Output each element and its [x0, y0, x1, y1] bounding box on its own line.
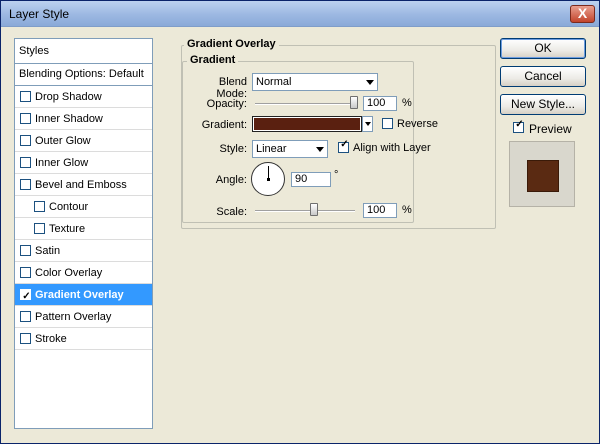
sidebar-item-gradient-overlay[interactable]: ✓ Gradient Overlay — [15, 284, 152, 306]
scale-percent: % — [402, 204, 412, 216]
sidebar-item-checkbox[interactable] — [34, 223, 45, 234]
sidebar-item-bevel-and-emboss[interactable]: Bevel and Emboss — [15, 174, 152, 196]
gradient-swatch[interactable] — [252, 116, 362, 132]
sidebar-item-checkbox[interactable] — [20, 267, 31, 278]
gradient-overlay-title: Gradient Overlay — [184, 38, 279, 50]
sidebar-item-label: Gradient Overlay — [35, 289, 124, 301]
sidebar-item-label: Bevel and Emboss — [35, 179, 127, 191]
checkmark-icon: ✓ — [340, 139, 349, 150]
sidebar-item-label: Contour — [49, 201, 89, 213]
align-with-layer-checkbox[interactable]: ✓ — [338, 139, 349, 153]
sidebar-item-label: Pattern Overlay — [35, 311, 112, 323]
style-value: Linear — [256, 143, 287, 155]
sidebar-item-label: Stroke — [35, 333, 67, 345]
scale-label: Scale: — [216, 206, 247, 218]
style-label: Style: — [219, 143, 247, 155]
sidebar-item-checkbox[interactable] — [20, 157, 31, 168]
chevron-down-icon — [316, 147, 324, 152]
new-style-button[interactable]: New Style... — [500, 94, 586, 115]
angle-degree: ° — [334, 169, 339, 181]
gradient-picker-button[interactable] — [362, 116, 373, 132]
scale-slider-thumb[interactable] — [310, 203, 318, 216]
sidebar-item-inner-shadow[interactable]: Inner Shadow — [15, 108, 152, 130]
checkmark-icon: ✓ — [22, 291, 31, 302]
sidebar-item-label: Inner Glow — [35, 157, 89, 169]
sidebar-item-checkbox[interactable] — [20, 311, 31, 322]
blending-options-item[interactable]: Blending Options: Default — [15, 64, 152, 86]
sidebar-item-checkbox[interactable] — [20, 333, 31, 344]
align-with-layer-label: Align with Layer — [353, 142, 431, 154]
scale-input[interactable]: 100 — [363, 203, 397, 218]
opacity-slider-thumb[interactable] — [350, 96, 358, 109]
angle-dial[interactable] — [251, 162, 285, 196]
sidebar-item-checkbox[interactable] — [20, 245, 31, 256]
sidebar-item-checkbox[interactable]: ✓ — [20, 289, 31, 302]
sidebar-item-contour[interactable]: Contour — [15, 196, 152, 218]
sidebar-item-label: Satin — [35, 245, 61, 257]
preview-thumbnail — [509, 141, 575, 207]
reverse-label: Reverse — [397, 118, 438, 130]
sidebar-item-label: Drop Shadow — [35, 91, 102, 103]
ok-button[interactable]: OK — [500, 38, 586, 59]
styles-list: Styles Blending Options: Default Drop Sh… — [14, 38, 153, 429]
sidebar-item-checkbox[interactable] — [20, 135, 31, 146]
reverse-checkbox[interactable] — [382, 118, 393, 129]
preview-label: Preview — [529, 122, 572, 136]
preview-checkbox[interactable]: ✓ — [513, 119, 524, 133]
sidebar-item-stroke[interactable]: Stroke — [15, 328, 152, 350]
opacity-slider-track[interactable] — [255, 103, 355, 105]
close-button[interactable]: X — [570, 5, 595, 23]
blend-mode-value: Normal — [256, 76, 292, 88]
gradient-label: Gradient: — [201, 119, 247, 131]
sidebar-item-label: Texture — [49, 223, 86, 235]
opacity-input[interactable]: 100 — [363, 96, 397, 111]
preview-swatch — [527, 160, 559, 192]
cancel-button[interactable]: Cancel — [500, 66, 586, 87]
angle-label: Angle: — [215, 174, 247, 186]
checkmark-icon: ✓ — [515, 119, 524, 130]
sidebar-item-pattern-overlay[interactable]: Pattern Overlay — [15, 306, 152, 328]
title-bar[interactable]: Layer Style X — [1, 1, 599, 27]
sidebar-item-label: Color Overlay — [35, 267, 103, 279]
sidebar-item-checkbox[interactable] — [34, 201, 45, 212]
angle-dial-center — [267, 178, 270, 181]
scale-slider-track[interactable] — [255, 210, 355, 212]
sidebar-item-label: Outer Glow — [35, 135, 91, 147]
window-title: Layer Style — [9, 7, 70, 21]
style-items: Drop Shadow Inner Shadow Outer Glow Inner G… — [15, 86, 152, 350]
gradient-subtitle: Gradient — [187, 54, 239, 66]
blend-mode-label: Blend Mode: — [216, 76, 247, 100]
chevron-down-icon — [366, 80, 374, 85]
sidebar-item-checkbox[interactable] — [20, 91, 31, 102]
chevron-down-icon — [365, 122, 371, 126]
styles-header[interactable]: Styles — [15, 39, 152, 64]
sidebar-item-drop-shadow[interactable]: Drop Shadow — [15, 86, 152, 108]
opacity-label: Opacity: — [206, 98, 247, 110]
sidebar-item-outer-glow[interactable]: Outer Glow — [15, 130, 152, 152]
sidebar-item-texture[interactable]: Texture — [15, 218, 152, 240]
sidebar-item-satin[interactable]: Satin — [15, 240, 152, 262]
sidebar-item-checkbox[interactable] — [20, 113, 31, 124]
opacity-percent: % — [402, 97, 412, 109]
sidebar-item-label: Inner Shadow — [35, 113, 103, 125]
layer-style-dialog: Layer Style X Styles Blending Options: D… — [0, 0, 600, 444]
sidebar-item-inner-glow[interactable]: Inner Glow — [15, 152, 152, 174]
style-select[interactable]: Linear — [252, 140, 328, 158]
blend-mode-select[interactable]: Normal — [252, 73, 378, 91]
angle-input[interactable]: 90 — [291, 172, 331, 187]
sidebar-item-color-overlay[interactable]: Color Overlay — [15, 262, 152, 284]
sidebar-item-checkbox[interactable] — [20, 179, 31, 190]
